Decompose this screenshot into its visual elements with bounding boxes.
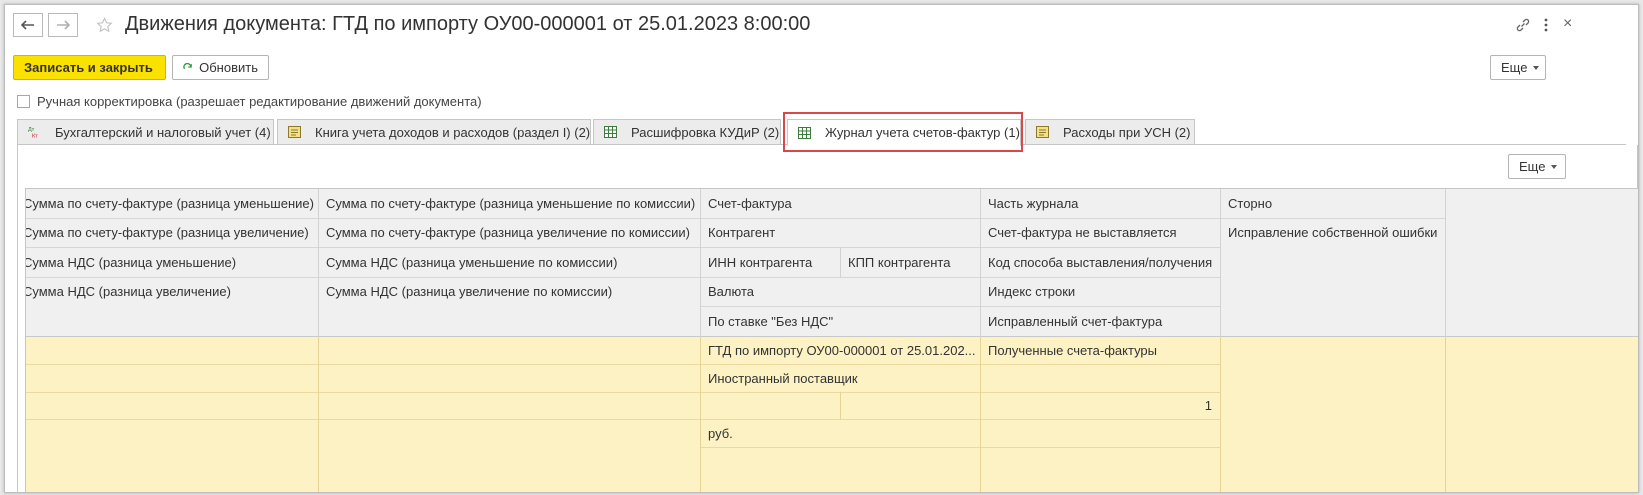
header-cell: КПП контрагента [848,255,951,270]
header-cell: ИНН контрагента [708,255,813,270]
header-cell: Сумма по счету-фактуре (разница уменьшен… [25,196,314,211]
header-cell: Код способа выставления/получения [988,255,1213,270]
refresh-icon [183,62,192,69]
row-invoice: ГТД по импорту ОУ00-000001 от 25.01.202.… [708,343,976,358]
tab-usn-expenses[interactable]: Расходы при УСН (2) [1025,119,1195,145]
row-index: 1 [1204,398,1212,413]
register-icon [288,126,301,138]
close-icon[interactable]: × [1563,15,1572,33]
svg-text:Кт: Кт [32,134,38,139]
save-and-close-button[interactable]: Записать и закрыть [13,55,166,80]
arrow-left-icon [21,20,34,30]
manual-edit-label: Ручная корректировка (разрешает редактир… [37,94,482,109]
row-currency: руб. [708,426,733,441]
movements-table[interactable]: Сумма по счету-фактуре (разница уменьшен… [25,188,1638,492]
favorite-star-button[interactable] [94,15,114,35]
header-cell: Сумма по счету-фактуре (разница увеличен… [326,225,690,240]
header-cell: По ставке "Без НДС" [708,314,834,329]
forward-button[interactable] [48,13,78,37]
window-menu-button[interactable] [1539,15,1553,35]
header-cell: Валюта [708,284,754,299]
header-cell: Сумма НДС (разница увеличение по комисси… [326,284,613,299]
header-cell: Исправленный счет-фактура [988,314,1163,329]
header-cell: Счет-фактура [708,196,792,211]
window-title: Движения документа: ГТД по импорту ОУ00-… [125,13,811,35]
header-cell: Индекс строки [988,284,1076,299]
back-button[interactable] [13,13,43,37]
arrow-right-icon [57,20,70,30]
header-cell: Исправление собственной ошибки [1228,225,1438,240]
chevron-down-icon [1533,65,1540,70]
svg-text:Дт: Дт [28,127,35,133]
tab-label: Бухгалтерский и налоговый учет (4) [55,124,271,140]
tab-label: Расшифровка КУДиР (2) [631,124,780,140]
link-icon [1516,18,1530,32]
more-label: Еще [1501,60,1528,75]
header-cell: Сумма НДС (разница уменьшение) [25,255,237,270]
header-cell: Часть журнала [988,196,1079,211]
header-cell: Сумма НДС (разница увеличение) [25,284,231,299]
register-icon [1036,126,1049,138]
refresh-label: Обновить [199,60,258,75]
tab-kudir-breakdown[interactable]: Расшифровка КУДиР (2) [593,119,781,145]
table-row[interactable]: ГТД по импорту ОУ00-000001 от 25.01.202.… [26,337,1638,492]
table-more-label: Еще [1519,159,1546,174]
manual-edit-checkbox[interactable] [17,95,30,108]
star-icon [95,16,113,32]
header-cell: Счет-фактура не выставляется [988,225,1177,240]
table-icon [604,126,617,138]
vertical-dots-icon [1544,18,1548,32]
header-cell: Сторно [1228,196,1273,211]
tab-accounting[interactable]: Дт Кт Бухгалтерский и налоговый учет (4) [17,119,274,145]
more-button[interactable]: Еще [1490,55,1546,80]
link-button[interactable] [1513,15,1533,35]
refresh-button[interactable]: Обновить [172,55,269,80]
table-more-button[interactable]: Еще [1508,154,1566,179]
chevron-down-icon [1551,164,1558,169]
tab-income-expense-book[interactable]: Книга учета доходов и расходов (раздел I… [277,119,591,145]
header-cell: Контрагент [708,225,776,240]
tab-label: Книга учета доходов и расходов (раздел I… [315,124,591,140]
header-cell: Сумма по счету-фактуре (разница уменьшен… [326,196,696,211]
row-journal-part: Полученные счета-фактуры [988,343,1157,358]
accounting-dt-kt-icon: ДтКт [28,127,38,139]
header-cell: Сумма по счету-фактуре (разница увеличен… [25,225,309,240]
row-counterparty: Иностранный поставщик [708,371,858,386]
header-cell: Сумма НДС (разница уменьшение по комисси… [326,255,618,270]
tab-label: Расходы при УСН (2) [1063,124,1191,140]
save-and-close-label: Записать и закрыть [24,60,153,75]
document-movements-window: Движения документа: ГТД по импорту ОУ00-… [4,4,1639,493]
